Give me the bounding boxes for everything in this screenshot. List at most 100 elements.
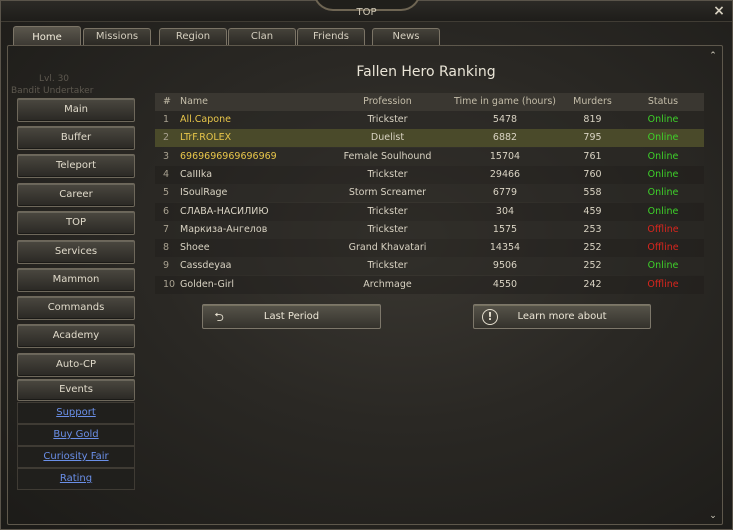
tab-news[interactable]: News <box>372 28 440 45</box>
tab-missions[interactable]: Missions <box>83 28 151 45</box>
time-cell: 304 <box>495 205 515 217</box>
murders-cell: 242 <box>583 278 602 290</box>
sidebar-career-button[interactable]: Career <box>17 183 135 207</box>
name-cell: СЛАВА-НАСИЛИЮ <box>180 205 269 217</box>
murders-cell: 253 <box>583 223 602 235</box>
col-time-header: Time in game (hours) <box>453 96 557 107</box>
table-row[interactable]: 3 6969696969696969 Female Soulhound 15704 76… <box>155 147 704 166</box>
rank-cell: 2 <box>163 132 170 144</box>
time-cell: 1575 <box>492 223 518 235</box>
profession-cell: Trickster <box>367 168 408 180</box>
character-level: Lvl. 30 <box>39 74 70 84</box>
profession-cell: Trickster <box>367 205 408 217</box>
name-cell: 6969696969696969 <box>180 150 277 162</box>
status-cell: Online <box>647 205 679 217</box>
name-cell: All.Capone <box>180 114 231 125</box>
tab-home[interactable]: Home <box>13 26 81 46</box>
profession-cell: Trickster <box>367 260 408 272</box>
col-name-header: Name <box>180 96 209 107</box>
status-cell: Online <box>647 132 679 144</box>
murders-cell: 252 <box>583 260 602 272</box>
table-row[interactable]: 4 CaIIIka Trickster 29466 760 Online <box>155 165 704 184</box>
status-cell: Online <box>647 187 679 199</box>
character-class: Bandit Undertaker <box>11 86 94 96</box>
table-row[interactable]: 6 СЛАВА-НАСИЛИЮ Trickster 304 459 Online <box>155 202 704 221</box>
tab-friends[interactable]: Friends <box>297 28 365 45</box>
profession-cell: Trickster <box>367 223 408 235</box>
name-cell: Маркиза-Ангелов <box>180 223 268 235</box>
murders-cell: 761 <box>583 150 602 162</box>
curiosity-fair-link[interactable]: Curiosity Fair <box>43 451 108 462</box>
table-row[interactable]: 1 All.Capone Trickster 5478 819 Online <box>155 111 704 129</box>
time-cell: 6882 <box>492 132 518 144</box>
sidebar-top-button[interactable]: TOP <box>17 211 135 235</box>
time-cell: 9506 <box>492 260 518 272</box>
rank-cell: 8 <box>163 242 170 254</box>
profession-cell: Grand Khavatari <box>348 242 427 254</box>
sidebar-mammon-button[interactable]: Mammon <box>17 268 135 292</box>
curiosity-fair-link-box: Curiosity Fair <box>17 446 135 468</box>
sidebar-main-button[interactable]: Main <box>17 98 135 122</box>
close-icon[interactable]: × <box>712 4 726 18</box>
rank-cell: 5 <box>163 187 170 199</box>
tab-region[interactable]: Region <box>159 28 227 45</box>
background-character-info: Lvl. 30 Bandit Undertaker <box>11 73 93 97</box>
rank-cell: 4 <box>163 168 170 180</box>
col-status-header: Status <box>647 96 679 107</box>
tab-clan[interactable]: Clan <box>228 28 296 45</box>
profession-cell: Trickster <box>367 114 408 125</box>
table-header: # Name Profession Time in game (hours) M… <box>155 93 704 111</box>
support-link-box: Support <box>17 402 135 424</box>
sidebar-teleport-button[interactable]: Teleport <box>17 154 135 178</box>
rank-cell: 6 <box>163 205 170 217</box>
murders-cell: 760 <box>583 168 602 180</box>
rank-cell: 9 <box>163 260 170 272</box>
learn-more-button[interactable]: ! Learn more about <box>473 304 651 329</box>
rank-cell: 1 <box>163 114 170 125</box>
murders-cell: 795 <box>583 132 602 144</box>
status-cell: Offline <box>647 278 679 290</box>
last-period-button[interactable]: ⮌ Last Period <box>202 304 381 329</box>
name-cell: LTrF.ROLEX <box>180 132 232 144</box>
status-cell: Online <box>647 168 679 180</box>
sidebar-autocp-button[interactable]: Auto-CP <box>17 353 135 377</box>
table-row[interactable]: 2 LTrF.ROLEX Duelist 6882 795 Online <box>155 129 704 148</box>
buy-gold-link-box: Buy Gold <box>17 424 135 446</box>
sidebar-commands-button[interactable]: Commands <box>17 296 135 320</box>
status-cell: Offline <box>647 242 679 254</box>
table-row[interactable]: 5 ISoulRage Storm Screamer 6779 558 Online <box>155 184 704 203</box>
time-cell: 6779 <box>492 187 518 199</box>
sidebar-academy-button[interactable]: Academy <box>17 324 135 348</box>
ranking-title: Fallen Hero Ranking <box>356 64 496 80</box>
time-cell: 14354 <box>489 242 521 254</box>
scroll-up-icon[interactable]: ⌃ <box>708 51 718 61</box>
rating-link[interactable]: Rating <box>60 473 92 484</box>
support-link[interactable]: Support <box>56 407 96 418</box>
table-row[interactable]: 10 Golden-Girl Archmage 4550 242 Offline <box>155 275 704 294</box>
sidebar-buffer-button[interactable]: Buffer <box>17 126 135 150</box>
name-cell: ISoulRage <box>180 187 228 199</box>
name-cell: Golden-Girl <box>180 278 235 290</box>
table-row[interactable]: 7 Маркиза-Ангелов Trickster 1575 253 Offline <box>155 220 704 239</box>
time-cell: 5478 <box>492 114 518 125</box>
profession-cell: Storm Screamer <box>348 187 427 199</box>
murders-cell: 558 <box>583 187 602 199</box>
sidebar-services-button[interactable]: Services <box>17 240 135 264</box>
rank-cell: 7 <box>163 223 170 235</box>
status-cell: Online <box>647 114 679 125</box>
table-row[interactable]: 9 Cassdeyaa Trickster 9506 252 Online <box>155 257 704 276</box>
time-cell: 29466 <box>489 168 521 180</box>
col-profession-header: Profession <box>363 96 412 107</box>
time-cell: 4550 <box>492 278 518 290</box>
scroll-down-icon[interactable]: ⌄ <box>708 511 718 521</box>
table-row[interactable]: 8 Shoee Grand Khavatari 14354 252 Offline <box>155 239 704 258</box>
title-bar[interactable]: TOP × <box>1 0 732 22</box>
rank-cell: 10 <box>163 278 176 290</box>
status-cell: Online <box>647 150 679 162</box>
window-title: TOP <box>356 7 377 18</box>
sidebar-events-button[interactable]: Events <box>17 379 135 401</box>
name-cell: Cassdeyaa <box>180 260 232 272</box>
profession-cell: Female Soulhound <box>343 150 432 162</box>
buy-gold-link[interactable]: Buy Gold <box>53 429 98 440</box>
murders-cell: 459 <box>583 205 602 217</box>
